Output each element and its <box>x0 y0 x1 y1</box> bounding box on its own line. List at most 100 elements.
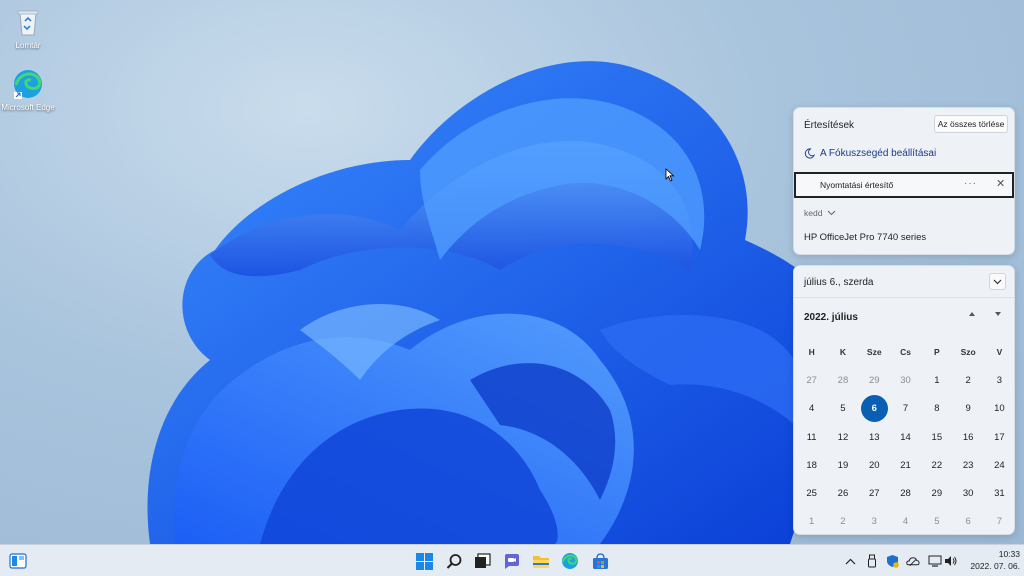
edge-icon <box>14 70 42 99</box>
notification-panel: Értesítések Az összes törlése A Fókuszse… <box>793 107 1015 255</box>
calendar-day[interactable]: 6 <box>952 508 983 534</box>
calendar-day[interactable]: 9 <box>952 395 983 423</box>
network-tray-button[interactable] <box>928 553 942 569</box>
calendar-day[interactable]: 28 <box>827 366 858 394</box>
edge-taskbar-button[interactable] <box>560 551 580 571</box>
usb-tray-button[interactable] <box>865 553 879 569</box>
print-notification-card[interactable]: Nyomtatási értesítő ··· ✕ <box>794 172 1014 198</box>
calendar-grid: H K Sze Cs P Szo V 27 28 29 30 1 2 3 4 5 6 7 8 9 10 11 12 13 14 1… <box>796 338 1014 534</box>
calendar-day[interactable]: 17 <box>984 423 1014 451</box>
calendar-day[interactable]: 2 <box>952 366 983 394</box>
calendar-day[interactable]: 4 <box>796 395 827 423</box>
calendar-day[interactable]: 7 <box>890 395 921 423</box>
calendar-day[interactable]: 20 <box>859 451 890 479</box>
calendar-day[interactable]: 3 <box>859 508 890 534</box>
calendar-day[interactable]: 26 <box>827 479 858 507</box>
calendar-day-number: 15 <box>931 431 943 443</box>
calendar-day[interactable]: 29 <box>859 366 890 394</box>
calendar-day-number: 3 <box>996 374 1003 386</box>
calendar-day[interactable]: 19 <box>827 451 858 479</box>
calendar-collapse-button[interactable] <box>989 273 1006 290</box>
calendar-day-number: 20 <box>868 459 880 471</box>
calendar-day-number: 28 <box>837 374 849 386</box>
calendar-day[interactable]: 7 <box>984 508 1014 534</box>
calendar-day[interactable]: 4 <box>890 508 921 534</box>
show-hidden-icons-button[interactable] <box>843 553 857 569</box>
calendar-day-number: 24 <box>994 459 1005 471</box>
task-view-button[interactable] <box>472 551 492 571</box>
clear-all-button[interactable]: Az összes törlése <box>934 115 1008 133</box>
calendar-day[interactable]: 27 <box>859 479 890 507</box>
store-button[interactable] <box>590 551 610 571</box>
recycle-bin-shortcut[interactable]: Lomtár <box>0 6 56 51</box>
calendar-day[interactable]: 2 <box>827 508 858 534</box>
calendar-day-number: 3 <box>871 516 877 528</box>
chevron-up-icon <box>845 558 855 564</box>
calendar-day[interactable]: 13 <box>859 423 890 451</box>
calendar-day-number: 30 <box>962 488 974 500</box>
file-explorer-button[interactable] <box>531 551 551 571</box>
search-button[interactable] <box>444 551 464 571</box>
file-explorer-icon <box>533 555 549 568</box>
volume-tray-button[interactable] <box>944 553 958 569</box>
calendar-day-number: 11 <box>806 431 817 443</box>
onedrive-tray-button[interactable] <box>906 553 920 569</box>
weekday-label: Sze <box>866 347 882 358</box>
calendar-day[interactable]: 31 <box>984 479 1014 507</box>
widgets-button[interactable] <box>8 551 28 571</box>
calendar-day-number: 30 <box>900 374 911 386</box>
previous-month-button[interactable] <box>968 310 976 320</box>
focus-assist-settings-link[interactable]: A Fókuszsegéd beállításai <box>804 148 936 159</box>
chat-button[interactable] <box>502 551 522 571</box>
start-button[interactable] <box>414 551 434 571</box>
calendar-day[interactable]: 25 <box>796 479 827 507</box>
calendar-day-number: 25 <box>806 488 817 500</box>
widgets-icon <box>9 553 27 569</box>
more-options-icon[interactable]: ··· <box>964 178 977 189</box>
calendar-day[interactable]: 12 <box>827 423 858 451</box>
calendar-day[interactable]: 30 <box>952 479 983 507</box>
weekday-label: V <box>996 347 1003 358</box>
calendar-day[interactable]: 28 <box>890 479 921 507</box>
calendar-day[interactable]: 18 <box>796 451 827 479</box>
calendar-day[interactable]: 5 <box>921 508 952 534</box>
calendar-day[interactable]: 24 <box>984 451 1014 479</box>
calendar-day[interactable]: 10 <box>984 395 1014 423</box>
calendar-day[interactable]: 11 <box>796 423 827 451</box>
task-view-icon <box>474 553 491 568</box>
divider <box>794 297 1014 298</box>
calendar-day[interactable]: 23 <box>952 451 983 479</box>
calendar-day[interactable]: 16 <box>952 423 983 451</box>
calendar-day-today[interactable]: 6 <box>859 395 890 423</box>
weekday-label: H <box>808 347 815 358</box>
calendar-day[interactable]: 1 <box>796 508 827 534</box>
calendar-day[interactable]: 5 <box>827 395 858 423</box>
next-month-button[interactable] <box>994 310 1002 320</box>
calendar-header-date: július 6., szerda <box>804 277 874 288</box>
calendar-day[interactable]: 15 <box>921 423 952 451</box>
calendar-day-number: 29 <box>868 374 880 386</box>
calendar-day[interactable]: 1 <box>921 366 952 394</box>
calendar-day[interactable]: 29 <box>921 479 952 507</box>
notification-group-header[interactable]: kedd <box>804 208 836 218</box>
calendar-day[interactable]: 30 <box>890 366 921 394</box>
calendar-day[interactable]: 27 <box>796 366 827 394</box>
printer-name[interactable]: HP OfficeJet Pro 7740 series <box>804 232 926 243</box>
weekday-label: P <box>934 347 940 358</box>
calendar-day[interactable]: 14 <box>890 423 921 451</box>
calendar-day-number: 2 <box>965 374 971 386</box>
calendar-day[interactable]: 22 <box>921 451 952 479</box>
calendar-day[interactable]: 21 <box>890 451 921 479</box>
calendar-day-number: 22 <box>931 459 943 471</box>
chat-icon <box>505 553 519 569</box>
calendar-day-number: 1 <box>809 516 815 528</box>
calendar-day[interactable]: 8 <box>921 395 952 423</box>
calendar-day-number: 31 <box>994 488 1005 500</box>
calendar-day[interactable]: 3 <box>984 366 1014 394</box>
security-tray-button[interactable] <box>885 553 899 569</box>
edge-shortcut[interactable]: Microsoft Edge <box>0 68 56 113</box>
notification-card-label: Nyomtatási értesítő <box>820 180 894 190</box>
close-icon[interactable]: ✕ <box>996 177 1005 190</box>
calendar-month-label[interactable]: 2022. július <box>804 312 858 323</box>
taskbar-clock[interactable]: 10:33 2022. 07. 06. <box>960 548 1020 572</box>
